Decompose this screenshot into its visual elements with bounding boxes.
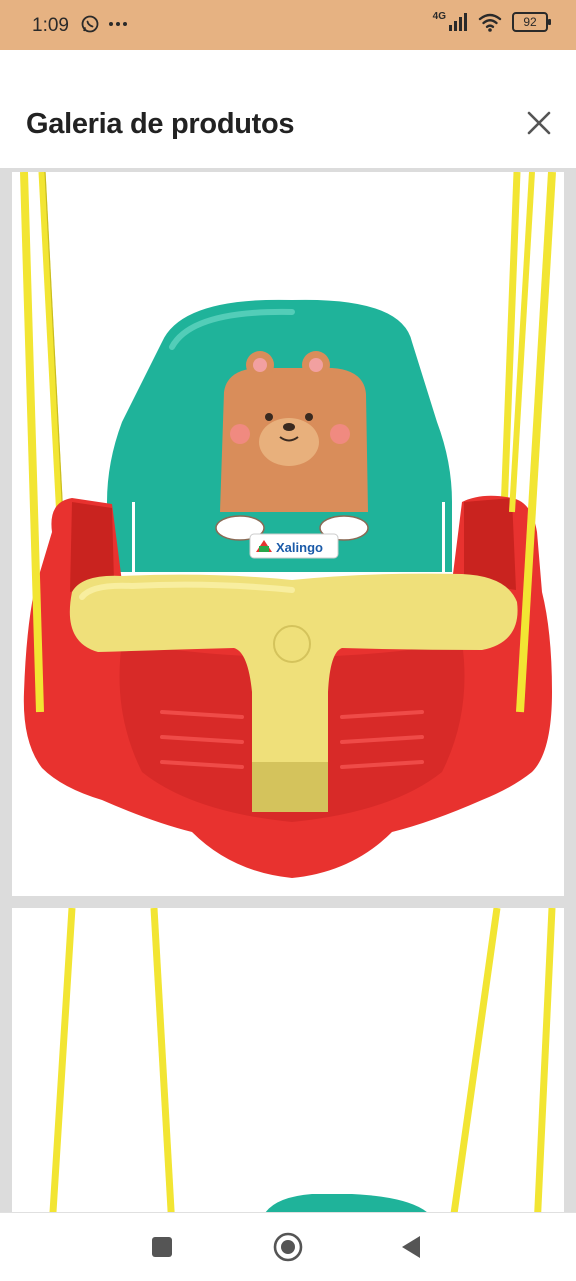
home-button[interactable]: [272, 1231, 304, 1263]
whatsapp-icon: [81, 15, 99, 33]
gallery-image-1[interactable]: Xalingo: [12, 172, 564, 896]
page-title: Galeria de produtos: [26, 108, 295, 140]
wifi-icon: [478, 13, 502, 32]
close-icon: [527, 111, 551, 135]
back-button[interactable]: [396, 1231, 428, 1263]
recents-icon: [152, 1237, 172, 1257]
navigation-bar: [0, 1212, 576, 1281]
swing-seat-image: Xalingo: [20, 172, 556, 878]
signal-icon: [449, 13, 467, 31]
home-icon: [273, 1232, 303, 1262]
more-dots-icon: [109, 22, 127, 26]
status-left-icons: [80, 14, 128, 34]
brand-label: Xalingo: [276, 540, 323, 555]
status-time: 1:09: [32, 15, 69, 36]
product-gallery[interactable]: Xalingo: [0, 168, 576, 1212]
back-icon: [402, 1236, 420, 1258]
swing-seat-image-partial: [49, 908, 556, 1212]
close-button[interactable]: [524, 108, 554, 138]
battery-icon: 92: [512, 12, 551, 32]
header: Galeria de produtos: [0, 50, 576, 170]
network-type: 4G: [432, 10, 446, 22]
recents-button[interactable]: [146, 1231, 178, 1263]
gallery-image-2[interactable]: [12, 908, 564, 1212]
status-right-icons: 4G 92: [432, 10, 551, 32]
status-bar: 1:09 4G 92: [0, 0, 576, 50]
